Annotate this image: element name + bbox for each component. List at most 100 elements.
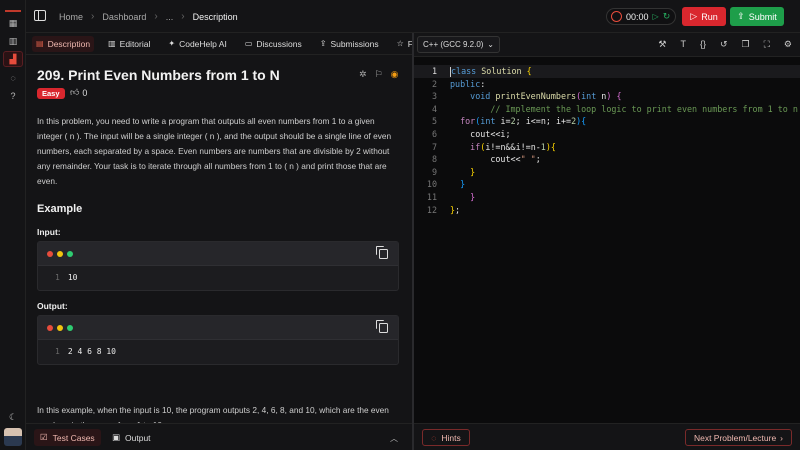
code-line: 12}; (414, 204, 800, 217)
top-bar: Home › Dashboard › ... › Description 00:… (26, 0, 800, 33)
next-problem-button[interactable]: Next Problem/Lecture › (685, 429, 792, 446)
chat-icon[interactable]: ◌ (6, 71, 20, 85)
breadcrumb-home[interactable]: Home (59, 12, 83, 22)
settings-icon[interactable]: ⚙ (784, 39, 792, 50)
code-line: 6 cout<<i; (414, 128, 800, 141)
code-text: if(i!=n&&i!=n-1){ (470, 141, 556, 152)
book-icon[interactable]: ▥ (6, 34, 20, 48)
input-label: Input: (37, 227, 61, 237)
code-text: class Solution { (450, 66, 532, 77)
tab-discussions[interactable]: ▭ Discussions (241, 36, 306, 52)
page-title: 209. Print Even Numbers from 1 to N (37, 67, 280, 83)
like-button[interactable]: 👍︎ 0 (70, 87, 87, 98)
tab-overflow[interactable]: ☆ F (393, 36, 412, 52)
terminal-icon: ▣ (112, 432, 121, 442)
code-line: 7 if(i!=n&&i!=n-1){ (414, 141, 800, 154)
chevron-right-icon: › (780, 432, 784, 443)
tab-editorial[interactable]: ▥ Editorial (104, 36, 154, 52)
grid-icon[interactable]: ▦ (6, 16, 20, 30)
help-icon[interactable]: ? (6, 89, 20, 103)
braces-icon[interactable]: {} (700, 39, 706, 50)
code-text: }; (450, 204, 461, 215)
line-number: 1 (55, 273, 60, 282)
tab-description[interactable]: ▤ Description (32, 35, 95, 52)
reset-icon[interactable]: ↺ (720, 39, 728, 50)
breadcrumb: Home › Dashboard › ... › Description (59, 11, 238, 22)
breadcrumb-dashboard[interactable]: Dashboard (102, 12, 146, 22)
tab-submissions[interactable]: ⇪ Submissions (316, 36, 383, 52)
language-select[interactable]: C++ (GCC 9.2.0) ⌄ (417, 36, 500, 53)
input-code-block: 1 10 (37, 241, 399, 291)
submit-label: Submit (748, 11, 777, 22)
input-line: 1 10 (55, 273, 77, 282)
moon-icon[interactable]: ☾ (6, 410, 20, 424)
chevron-right-icon: › (154, 11, 158, 22)
editor-toolbar: C++ (GCC 9.2.0) ⌄ ⚒ T {} ↺ ❐ ⛶ ⚙ (414, 33, 800, 57)
hints-label: Hints (441, 432, 461, 443)
timer-value: 00:00 (626, 11, 649, 22)
sidebar-toggle-icon[interactable] (34, 10, 46, 21)
editor-footer: ◌ Hints Next Problem/Lecture › (414, 423, 800, 450)
output-label: Output: (37, 301, 68, 311)
magic-wand-icon[interactable]: ⚒ (658, 39, 666, 50)
line-number: 1 (55, 347, 60, 356)
chevron-right-icon: › (181, 11, 185, 22)
red-dot-icon (47, 251, 53, 257)
copy-icon[interactable] (376, 246, 388, 259)
chevron-up-icon[interactable]: ︿ (390, 433, 398, 444)
output-button[interactable]: ▣ Output (112, 429, 151, 446)
chart-icon[interactable]: ▟ (3, 51, 23, 67)
code-text: } (470, 166, 476, 177)
line-number: 11 (426, 191, 437, 202)
thumbs-up-icon: 👍︎ (70, 87, 80, 97)
tab-label: CodeHelp AI (179, 38, 227, 49)
run-button[interactable]: ▷ Run (682, 7, 726, 26)
file-text-icon: ▤ (36, 39, 44, 48)
bug-icon[interactable]: ✲ (359, 69, 367, 80)
test-cases-button[interactable]: ☑ Test Cases (34, 429, 101, 446)
test-cases-label: Test Cases (52, 432, 95, 443)
bulb-icon[interactable]: ◉ (391, 69, 399, 80)
clock-icon (611, 11, 622, 22)
submit-button[interactable]: ⇪ Submit (730, 7, 784, 26)
play-icon[interactable]: ▷ (653, 12, 659, 21)
red-dot-icon (47, 325, 53, 331)
code-line: 3 void printEvenNumbers(int n) { (414, 90, 800, 103)
sparkle-icon: ✦ (168, 39, 176, 48)
code-line: 8 cout<<" "; (414, 153, 800, 166)
code-lines: 1 class Solution { 2 public: 3 void printE… (414, 65, 800, 216)
tab-label: Discussions (256, 38, 302, 49)
output-value: 2 4 6 8 10 (67, 347, 116, 356)
code-editor[interactable]: C++ (GCC 9.2.0) ⌄ ⚒ T {} ↺ ❐ ⛶ ⚙ 1 class … (414, 33, 800, 423)
tab-codehelp-ai[interactable]: ✦ CodeHelp AI (164, 36, 230, 52)
copy-icon[interactable] (376, 320, 388, 333)
breadcrumb-current: Description (192, 11, 238, 22)
code-line: 5 for(int i=2; i<=n; i+=2){ (414, 115, 800, 128)
code-text: cout<<i; (450, 128, 511, 139)
code-block-header (38, 316, 398, 340)
chat-icon: ▭ (244, 39, 253, 48)
font-size-icon[interactable]: T (680, 39, 686, 50)
difficulty-badge: Easy (37, 88, 65, 99)
copy-icon[interactable]: ❐ (742, 39, 750, 50)
yellow-dot-icon (57, 251, 63, 257)
breadcrumb-ellipsis[interactable]: ... (166, 12, 174, 22)
reset-icon[interactable]: ↻ (663, 11, 671, 22)
line-number: 4 (431, 103, 437, 114)
avatar[interactable] (4, 428, 22, 446)
problem-description: In this problem, you need to write a pro… (37, 116, 392, 186)
logo[interactable] (5, 4, 21, 12)
title-actions: ✲ ⚐ ◉ (359, 69, 398, 80)
fullscreen-icon[interactable]: ⛶ (764, 39, 770, 50)
code-text: } (470, 191, 476, 202)
line-number: 2 (431, 78, 437, 89)
code-text: } (460, 179, 466, 190)
bookmark-icon[interactable]: ⚐ (375, 69, 383, 80)
code-text: // Implement the loop logic to print eve… (490, 103, 798, 114)
upload-icon: ⇪ (319, 39, 327, 48)
language-value: C++ (GCC 9.2.0) (423, 40, 484, 49)
checkbox-icon: ☑ (40, 432, 48, 442)
line-number: 5 (431, 116, 437, 127)
code-block-header (38, 242, 398, 266)
hints-button[interactable]: ◌ Hints (422, 429, 470, 446)
